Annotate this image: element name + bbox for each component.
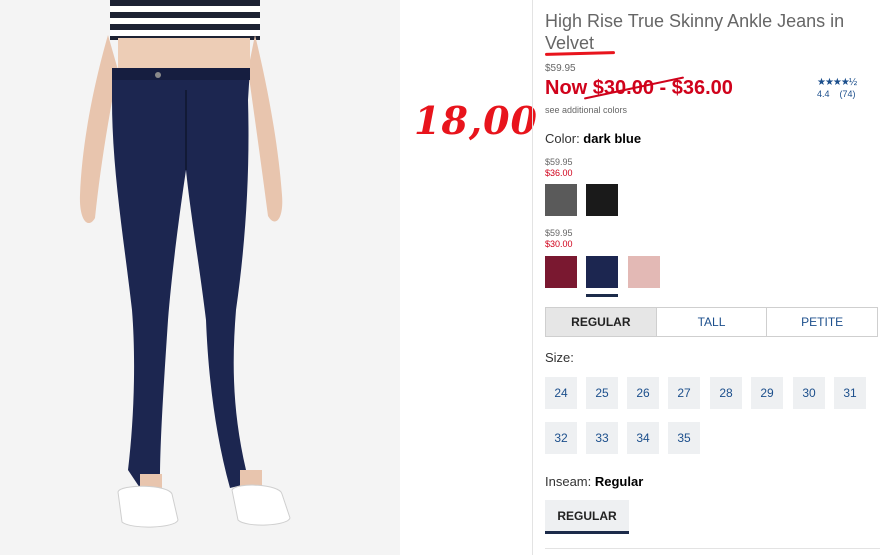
color-group-sale-price: $30.00 (545, 239, 573, 249)
rating-summary[interactable]: ★★★★½ 4.4 (74) (817, 77, 887, 99)
inseam-regular-button[interactable]: REGULAR (545, 500, 629, 534)
product-page: 18,00 High Rise True Skinny Ankle Jeans … (0, 0, 890, 555)
selected-color-name: dark blue (583, 131, 642, 146)
size-button-28[interactable]: 28 (710, 377, 742, 409)
size-button-30[interactable]: 30 (793, 377, 825, 409)
jeans-model-photo (0, 0, 400, 555)
swatch-blush-pink[interactable] (628, 256, 660, 288)
tab-tall[interactable]: TALL (657, 308, 768, 336)
color-group-price: $59.95 $30.00 (545, 228, 573, 250)
size-button-35[interactable]: 35 (668, 422, 700, 454)
swatch-charcoal[interactable] (545, 184, 577, 216)
see-additional-colors-link[interactable]: see additional colors (545, 105, 627, 115)
rating-meta: 4.4 (74) (817, 89, 887, 99)
title-underline-annotation (544, 51, 616, 56)
color-label-text: Color: (545, 131, 584, 146)
bottom-divider (545, 548, 880, 549)
color-label: Color: dark blue (545, 131, 641, 146)
size-button-25[interactable]: 25 (586, 377, 618, 409)
star-rating-icon: ★★★★½ (817, 77, 857, 88)
size-button-32[interactable]: 32 (545, 422, 577, 454)
original-price: $59.95 (545, 63, 576, 74)
swatch-black[interactable] (586, 184, 618, 216)
color-group-original-price: $59.95 (545, 157, 573, 167)
handwritten-price-annotation: 18,00 (414, 98, 538, 143)
striped-shirt-graphic (110, 0, 260, 40)
review-count: (74) (839, 89, 856, 99)
product-image[interactable] (0, 0, 400, 555)
tab-regular[interactable]: REGULAR (546, 308, 657, 336)
sale-prefix: Now (545, 77, 593, 99)
column-divider (532, 0, 533, 555)
swatch-burgundy[interactable] (545, 256, 577, 288)
rating-score: 4.4 (817, 89, 830, 99)
product-info-panel: High Rise True Skinny Ankle Jeans in Vel… (544, 0, 890, 555)
sale-price: Now $30.00 - $36.00 (545, 77, 733, 100)
fit-tabs: REGULAR TALL PETITE (545, 307, 878, 337)
size-button-24[interactable]: 24 (545, 377, 577, 409)
size-button-31[interactable]: 31 (834, 377, 866, 409)
color-group-price: $59.95 $36.00 (545, 157, 573, 179)
size-button-27[interactable]: 27 (668, 377, 700, 409)
inseam-label: Inseam: Regular (545, 474, 643, 489)
inseam-value: Regular (594, 474, 644, 489)
swatch-dark-blue[interactable] (586, 256, 618, 297)
tab-petite[interactable]: PETITE (767, 308, 877, 336)
size-button-29[interactable]: 29 (751, 377, 783, 409)
size-label: Size: (545, 350, 574, 365)
size-button-26[interactable]: 26 (627, 377, 659, 409)
inseam-label-text: Inseam: (545, 474, 595, 489)
size-button-34[interactable]: 34 (627, 422, 659, 454)
product-title: High Rise True Skinny Ankle Jeans in Vel… (545, 11, 845, 53)
size-button-33[interactable]: 33 (586, 422, 618, 454)
color-group-original-price: $59.95 (545, 228, 573, 238)
color-group-sale-price: $36.00 (545, 168, 573, 178)
